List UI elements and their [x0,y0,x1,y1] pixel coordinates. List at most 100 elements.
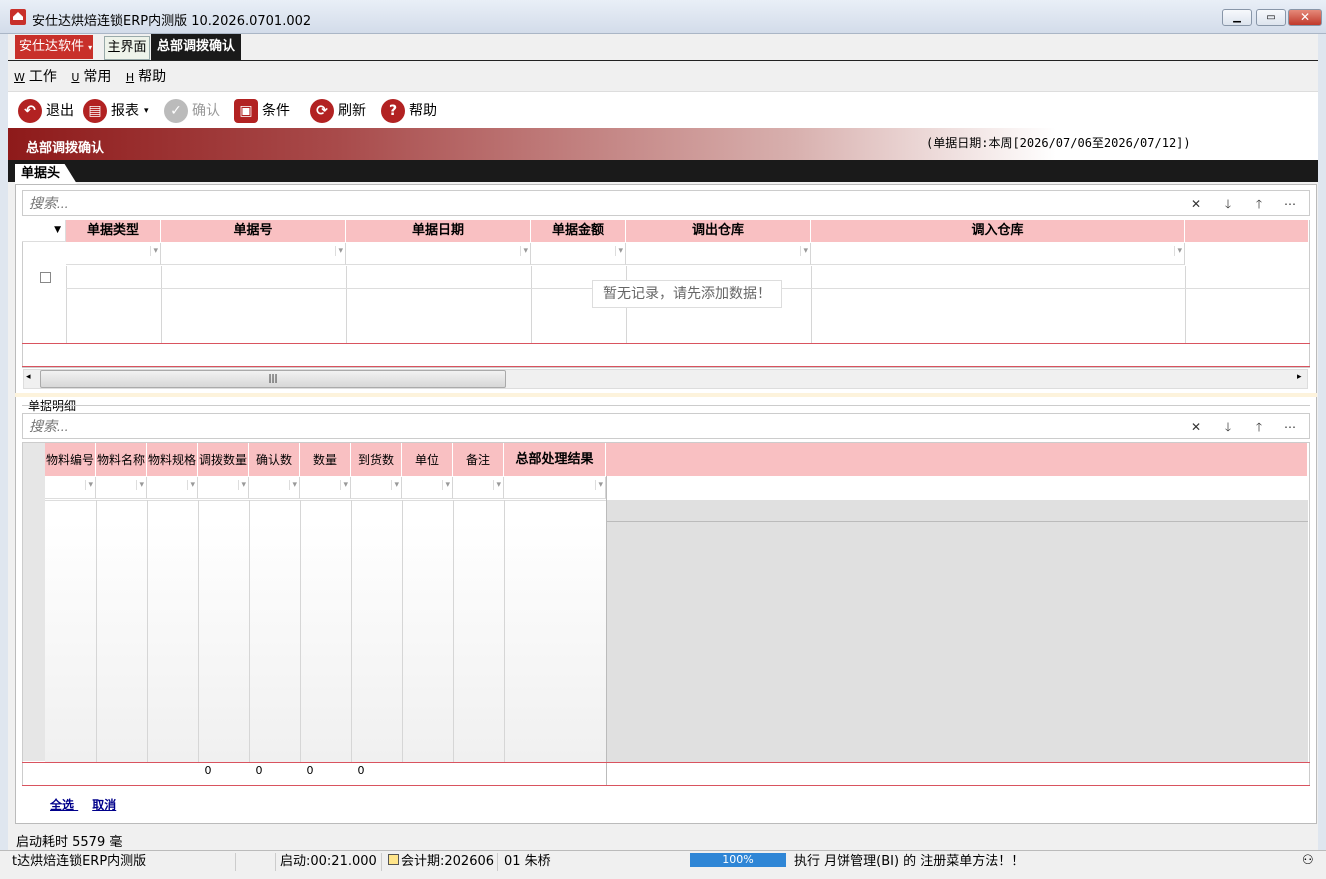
menu-work-label: 工作 [28,69,57,85]
dfilter-arrived-qty[interactable] [351,477,402,499]
refresh-button[interactable]: ⟳ 刷新 [310,98,366,124]
detail-search-bar: ✕ 🡓 🡑 ⋯ [22,413,1310,439]
clear-icon[interactable]: ✕ [1185,195,1207,213]
app-logo-icon [10,9,26,25]
more-icon[interactable]: ⋯ [1279,418,1301,436]
totals-divider [22,762,1310,763]
dfilter-material-spec[interactable] [147,477,198,499]
menu-work[interactable]: W 工作 [14,66,57,86]
arrow-up-icon[interactable]: 🡑 [1248,195,1270,213]
filter-doc-no[interactable] [161,243,346,265]
grid-divider [22,366,1310,367]
grid-line [504,500,505,762]
tab-transfer-confirm[interactable]: 总部调拨确认 [151,34,241,60]
confirm-button[interactable]: ✓ 确认 [164,98,220,124]
status-progress-bar: 100% [690,853,786,867]
arrow-down-icon[interactable]: 🡓 [1217,195,1239,213]
col-header-doc-date[interactable]: 单据日期 [346,220,531,242]
condition-label: 条件 [262,103,290,119]
grid-line [96,500,97,762]
dcol-header-hq-result[interactable]: 总部处理结果 [504,443,606,476]
status-period: 会计期:202606 [384,853,498,871]
exit-button[interactable]: ↶ 退出 [18,98,74,124]
dfilter-unit[interactable] [402,477,453,499]
select-all-link[interactable]: 全选 [50,798,74,812]
dcol-header-remark[interactable]: 备注 [453,443,504,476]
window-title: 安仕达烘焙连锁ERP内测版 10.2026.0701.002 [32,14,312,29]
minimize-button[interactable]: ▁ [1222,9,1252,26]
menu-common[interactable]: U 常用 [71,66,111,86]
header-search-input[interactable] [23,191,1173,215]
dcol-header-material-spec[interactable]: 物料规格 [147,443,198,476]
grid-line [161,266,162,344]
section-splitter[interactable] [15,393,1317,397]
filter-doc-amount[interactable] [531,243,626,265]
help-button[interactable]: ? 帮助 [381,98,437,124]
menu-work-key: W [14,71,25,84]
tab-divider [8,60,1318,61]
maximize-button[interactable]: ▭ [1256,9,1286,26]
dfilter-remark[interactable] [453,477,504,499]
dcol-header-arrived-qty[interactable]: 到货数 [351,443,402,476]
dfilter-hq-result[interactable] [504,477,606,499]
grid-line [606,476,607,786]
col-header-out-warehouse[interactable]: 调出仓库 [626,220,811,242]
grid-divider [22,343,1310,344]
section-tab-strip [8,160,1318,182]
col-header-doc-type[interactable]: 单据类型 [66,220,161,242]
dfilter-material-name[interactable] [96,477,147,499]
page-title: 总部调拨确认 [26,141,105,156]
detail-rows-area [45,522,606,762]
chevron-down-icon: ▼ [54,225,61,235]
grid-line [300,500,301,762]
arrow-down-icon[interactable]: 🡓 [1217,418,1239,436]
grid-line [249,500,250,762]
detail-row-indicator [23,443,45,761]
dcol-header-material-no[interactable]: 物料编号 [45,443,96,476]
menu-bar: W 工作 U 常用 H 帮助 [14,66,176,90]
dcol-header-transfer-qty[interactable]: 调拨数量 [198,443,249,476]
dcol-header-qty[interactable]: 数量 [300,443,351,476]
report-button[interactable]: ▤ 报表 ▾ [83,98,149,124]
footer-links: 全选 取消 [50,796,116,813]
dfilter-qty[interactable] [300,477,351,499]
header-grid-corner[interactable]: ▼ [22,220,66,242]
detail-search-input[interactable] [23,414,1173,438]
filter-doc-type[interactable] [66,243,161,265]
dfilter-confirm-qty[interactable] [249,477,300,499]
dfilter-material-no[interactable] [45,477,96,499]
menu-help[interactable]: H 帮助 [126,66,166,86]
tab-home[interactable]: 主界面 [104,36,150,60]
total-qty: 0 [306,764,314,777]
close-button[interactable]: ✕ [1288,9,1322,26]
scroll-left-icon[interactable]: ◂ [26,372,31,382]
arrow-up-icon[interactable]: 🡑 [1248,418,1270,436]
more-icon[interactable]: ⋯ [1279,195,1301,213]
filter-out-warehouse[interactable] [626,243,811,265]
dcol-header-confirm-qty[interactable]: 确认数 [249,443,300,476]
exit-label: 退出 [46,103,74,119]
dcol-header-material-name[interactable]: 物料名称 [96,443,147,476]
check-icon: ✓ [164,99,188,123]
col-header-in-warehouse[interactable]: 调入仓库 [811,220,1185,242]
col-header-doc-no[interactable]: 单据号 [161,220,346,242]
clear-icon[interactable]: ✕ [1185,418,1207,436]
totals-divider [22,785,1310,786]
scroll-right-icon[interactable]: ▸ [1297,372,1302,382]
col-header-doc-amount[interactable]: 单据金额 [531,220,626,242]
brand-menu-button[interactable]: 安仕达软件 ▾ [15,35,93,59]
filter-doc-date[interactable] [346,243,531,265]
calendar-icon [388,854,399,865]
report-label: 报表 [111,103,139,119]
dfilter-transfer-qty[interactable] [198,477,249,499]
cancel-link[interactable]: 取消 [92,798,116,812]
grid-line [66,266,67,344]
condition-button[interactable]: ▣ 条件 [234,98,290,124]
dcol-header-unit[interactable]: 单位 [402,443,453,476]
scrollbar-thumb[interactable]: ||| [40,370,506,388]
filter-in-warehouse[interactable] [811,243,1185,265]
detail-empty-area [606,522,1308,762]
grid-line [198,500,199,762]
undo-icon: ↶ [18,99,42,123]
row-checkbox[interactable] [40,272,51,283]
